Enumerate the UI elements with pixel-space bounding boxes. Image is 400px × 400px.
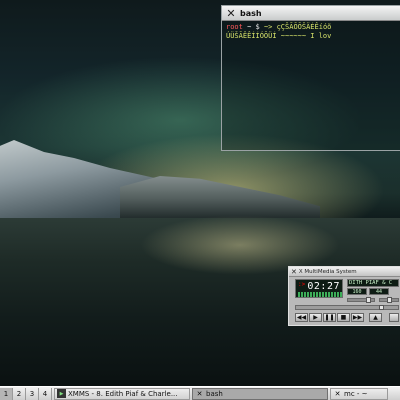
play-mode-indicator: :> bbox=[298, 281, 306, 288]
terminal-output[interactable]: root ~ $ ~> çÇŠÃÕÕŠÄÉÊíóõ ÚÜŠÃÊÊÍÍÓÕÜÍ ~… bbox=[222, 21, 400, 43]
song-title-marquee[interactable]: DITH PIAF & C bbox=[347, 279, 399, 287]
samplerate-display: 44 bbox=[369, 288, 389, 295]
bash-titlebar[interactable]: ✕ bash bbox=[222, 6, 400, 21]
desktop-wallpaper: ✕ bash root ~ $ ~> çÇŠÃÕÕŠÄÉÊíóõ ÚÜŠÃÊÊÍ… bbox=[0, 0, 400, 386]
elapsed-time[interactable]: 02:27 bbox=[307, 281, 340, 292]
seek-bar[interactable] bbox=[295, 305, 399, 310]
taskbar-item-bash[interactable]: ✕ bash bbox=[192, 387, 328, 400]
prompt-user: root bbox=[226, 23, 243, 31]
balance-slider[interactable] bbox=[379, 297, 399, 303]
taskbar: 1 2 3 4 ▶ XMMS - 8. Edith Piaf & Charle.… bbox=[0, 386, 400, 400]
bash-window-title: bash bbox=[240, 8, 262, 18]
previous-button[interactable]: ◀◀ bbox=[295, 313, 308, 322]
workspace-3-button[interactable]: 3 bbox=[26, 387, 39, 400]
pause-button[interactable]: ❚❚ bbox=[323, 313, 336, 322]
volume-knob[interactable] bbox=[366, 297, 371, 303]
taskbar-item-mc[interactable]: ✕ mc - ~ bbox=[330, 387, 388, 400]
taskbar-item-label: mc - ~ bbox=[344, 389, 368, 398]
bash-terminal-window[interactable]: ✕ bash root ~ $ ~> çÇŠÃÕÕŠÄÉÊíóõ ÚÜŠÃÊÊÍ… bbox=[221, 5, 400, 151]
taskbar-item-label: XMMS - 8. Edith Piaf & Charle... bbox=[68, 389, 178, 398]
xmms-time-display[interactable]: :> 02:27 bbox=[295, 279, 343, 298]
x-icon[interactable]: ✕ bbox=[225, 7, 237, 20]
terminal-line-2: ÚÜŠÃÊÊÍÍÓÕÜÍ ~~~~~~ I lov bbox=[226, 32, 332, 40]
xmms-titlebar[interactable]: ✕ X MultiMedia System bbox=[289, 267, 400, 277]
terminal-line-1: ~> çÇŠÃÕÕŠÄÉÊíóõ bbox=[259, 23, 332, 31]
next-button[interactable]: ▶▶ bbox=[351, 313, 364, 322]
seek-knob[interactable] bbox=[379, 305, 384, 310]
volume-slider[interactable] bbox=[347, 297, 375, 303]
workspace-2-button[interactable]: 2 bbox=[13, 387, 26, 400]
prompt-symbol: ~ $ bbox=[247, 23, 260, 31]
x-icon[interactable]: ✕ bbox=[291, 268, 297, 276]
wallpaper-hill bbox=[120, 176, 320, 220]
taskbar-item-label: bash bbox=[206, 389, 223, 398]
shuffle-button[interactable] bbox=[389, 313, 399, 322]
taskbar-item-xmms[interactable]: ▶ XMMS - 8. Edith Piaf & Charle... bbox=[54, 387, 190, 400]
play-button[interactable]: ▶ bbox=[309, 313, 322, 322]
workspace-4-button[interactable]: 4 bbox=[39, 387, 52, 400]
stop-button[interactable]: ■ bbox=[337, 313, 350, 322]
visualizer[interactable] bbox=[298, 292, 342, 297]
xmms-window-title: X MultiMedia System bbox=[298, 268, 357, 275]
bitrate-display: 160 bbox=[347, 288, 367, 295]
x-icon: ✕ bbox=[334, 389, 341, 398]
xmms-player-window[interactable]: ✕ X MultiMedia System :> 02:27 DITH PIAF… bbox=[288, 266, 400, 326]
transport-controls: ◀◀ ▶ ❚❚ ■ ▶▶ ▲ bbox=[295, 313, 382, 322]
balance-knob[interactable] bbox=[387, 297, 392, 303]
x-icon: ✕ bbox=[196, 389, 203, 398]
xmms-icon: ▶ bbox=[57, 389, 66, 398]
workspace-1-button[interactable]: 1 bbox=[0, 387, 13, 400]
eject-button[interactable]: ▲ bbox=[369, 313, 382, 322]
